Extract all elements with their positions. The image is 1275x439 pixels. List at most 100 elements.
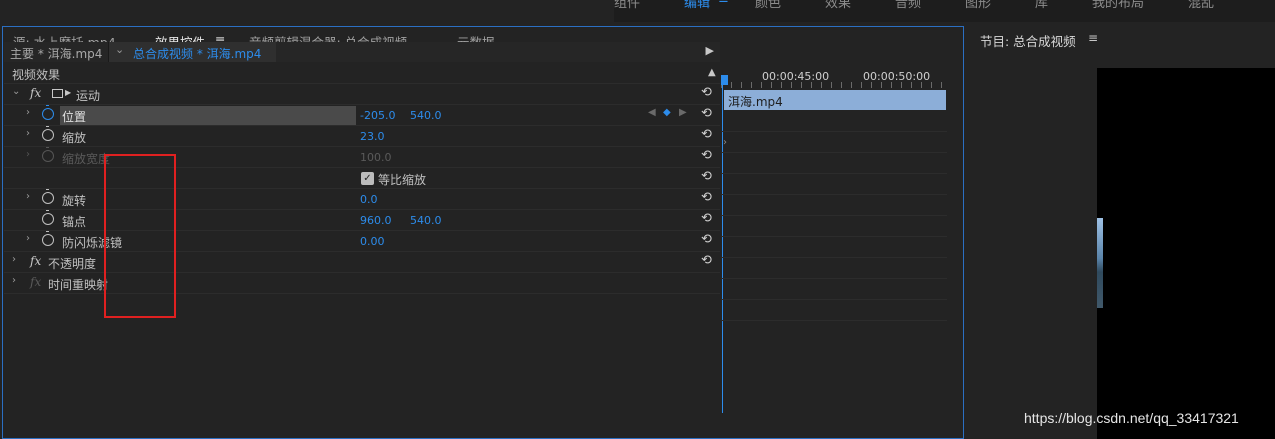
video-frame-sliver	[1097, 218, 1103, 308]
ruler-ticks	[721, 82, 947, 88]
stopwatch-icon[interactable]	[42, 126, 54, 141]
section-label: 视频效果	[12, 68, 61, 82]
timeline-row	[721, 300, 947, 321]
scale-width-label: 缩放宽度	[62, 152, 111, 166]
anchor-x-value[interactable]: 960.0	[360, 214, 392, 227]
position-label: 位置	[62, 110, 87, 124]
collapse-up-icon[interactable]: ▲	[708, 67, 716, 78]
workspace-tab-mixed[interactable]: 混乱	[1188, 0, 1214, 14]
stopwatch-icon[interactable]	[42, 189, 54, 204]
opacity-label: 不透明度	[48, 257, 97, 271]
rotation-label: 旋转	[62, 194, 87, 208]
anchor-y-value[interactable]: 540.0	[410, 214, 442, 227]
reset-icon[interactable]: ⟲	[701, 85, 712, 100]
reset-icon[interactable]: ⟲	[701, 253, 712, 268]
fx-icon[interactable]: fx	[30, 86, 41, 100]
chevron-right-icon[interactable]: ›	[26, 107, 30, 118]
chevron-right-icon: ›	[26, 149, 30, 160]
reset-icon[interactable]: ⟲	[701, 232, 712, 247]
timeline-row	[721, 195, 947, 216]
anchor-label: 锚点	[62, 215, 87, 229]
workspace-tab-color[interactable]: 颜色	[755, 0, 781, 14]
prev-keyframe-icon[interactable]: ◀	[648, 107, 656, 118]
clip-selector-row: 主要 * 洱海.mp4 ⌄ 总合成视频 * 洱海.mp4 ▶	[4, 42, 720, 62]
timeline-clip[interactable]: 洱海.mp4	[724, 90, 946, 110]
keyframe-marker-icon[interactable]: ›	[723, 137, 727, 148]
chevron-right-icon[interactable]: ›	[26, 191, 30, 202]
play-triangle-icon[interactable]: ▶	[706, 44, 714, 57]
position-x-value[interactable]: -205.0	[360, 109, 395, 122]
workspace-tab-assembly[interactable]: 组件	[614, 0, 640, 14]
video-effects-header: 视频效果 ▲	[4, 63, 720, 84]
stopwatch-icon[interactable]	[42, 231, 54, 246]
chevron-right-icon[interactable]: ›	[12, 275, 16, 286]
time-remap-label: 时间重映射	[48, 278, 109, 292]
stopwatch-icon	[42, 147, 54, 162]
sequence-clip-label[interactable]: 总合成视频 * 洱海.mp4	[133, 45, 261, 62]
timeline-row	[721, 153, 947, 174]
rotation-value[interactable]: 0.0	[360, 193, 378, 206]
chevron-right-icon[interactable]: ›	[12, 254, 16, 265]
workspace-bar-left	[0, 0, 614, 22]
reset-icon[interactable]: ⟲	[701, 211, 712, 226]
workspace-tab-graphics[interactable]: 图形	[965, 0, 991, 14]
timeline-row	[721, 258, 947, 279]
scale-value[interactable]: 23.0	[360, 130, 385, 143]
workspace-tab-my-layout[interactable]: 我的布局	[1092, 0, 1144, 14]
workspace-tab-editing[interactable]: 编辑	[684, 0, 710, 14]
effect-row-motion: ⌄ fx ▶ 运动 ⟲	[4, 84, 720, 105]
annotation-red-box	[104, 154, 176, 318]
playhead-handle[interactable]	[721, 75, 728, 85]
chevron-down-icon[interactable]: ⌄	[12, 86, 20, 97]
timeline-row	[721, 279, 947, 300]
fx-icon: fx	[30, 275, 42, 289]
timeline-row	[721, 237, 947, 258]
master-clip-label[interactable]: 主要 * 洱海.mp4	[10, 45, 102, 62]
timeline-row	[721, 174, 947, 195]
selected-row-highlight	[60, 106, 356, 125]
workspace-menu-icon[interactable]: ≡	[718, 0, 729, 14]
reset-icon[interactable]: ⟲	[701, 127, 712, 142]
uniform-scale-checkbox[interactable]: ✓	[361, 172, 374, 185]
workspace-tabs: 组件 编辑 ≡ 颜色 效果 音频 图形 库 我的布局 混乱	[614, 0, 1258, 14]
chevron-right-icon[interactable]: ›	[26, 233, 30, 244]
panel-menu-icon[interactable]: ≡	[1088, 31, 1098, 45]
timeline-clip-label: 洱海.mp4	[728, 95, 783, 109]
fx-icon[interactable]: fx	[30, 254, 41, 268]
workspace-tab-audio[interactable]: 音频	[895, 0, 921, 14]
uniform-scale-label: 等比缩放	[378, 173, 427, 187]
stopwatch-icon[interactable]	[42, 210, 54, 225]
chevron-right-icon[interactable]: ›	[26, 128, 30, 139]
reset-icon[interactable]: ⟲	[701, 106, 712, 121]
program-monitor-panel: 节目: 总合成视频 ≡	[970, 26, 1275, 439]
workspace-tab-libraries[interactable]: 库	[1035, 0, 1048, 14]
timeline-row	[721, 216, 947, 237]
stopwatch-icon[interactable]	[42, 105, 54, 120]
position-y-value[interactable]: 540.0	[410, 109, 442, 122]
add-keyframe-icon[interactable]: ◆	[663, 107, 671, 118]
reset-icon[interactable]: ⟲	[701, 169, 712, 184]
sequence-clip-selector[interactable]: ⌄ 总合成视频 * 洱海.mp4	[108, 42, 276, 62]
chevron-down-icon[interactable]: ⌄	[115, 43, 124, 56]
program-monitor-title[interactable]: 节目: 总合成视频	[980, 31, 1076, 50]
scale-label: 缩放	[62, 131, 87, 145]
motion-label: 运动	[76, 89, 101, 103]
timeline-rows	[721, 111, 947, 321]
video-preview[interactable]	[1097, 68, 1275, 439]
timeline-row	[721, 111, 947, 132]
reset-icon[interactable]: ⟲	[701, 148, 712, 163]
time-ruler[interactable]: 00:00:45:00 00:00:50:00	[721, 63, 947, 89]
effect-timeline[interactable]: 00:00:45:00 00:00:50:00 洱海.mp4 ›	[721, 63, 947, 413]
timeline-row	[721, 132, 947, 153]
play-small-icon: ▶	[65, 88, 72, 97]
next-keyframe-icon[interactable]: ▶	[679, 107, 687, 118]
workspace-bar: 组件 编辑 ≡ 颜色 效果 音频 图形 库 我的布局 混乱	[0, 0, 1275, 22]
anti-flicker-value[interactable]: 0.00	[360, 235, 385, 248]
property-row-position: › 位置 -205.0 540.0 ◀ ◆ ▶ ⟲	[4, 105, 720, 126]
transform-box-icon[interactable]	[52, 89, 63, 98]
reset-icon[interactable]: ⟲	[701, 190, 712, 205]
workspace-tab-effects[interactable]: 效果	[825, 0, 851, 14]
watermark-text: https://blog.csdn.net/qq_33417321	[1024, 410, 1239, 426]
scale-width-value: 100.0	[360, 151, 392, 164]
property-row-scale: › 缩放 23.0 ⟲	[4, 126, 720, 147]
